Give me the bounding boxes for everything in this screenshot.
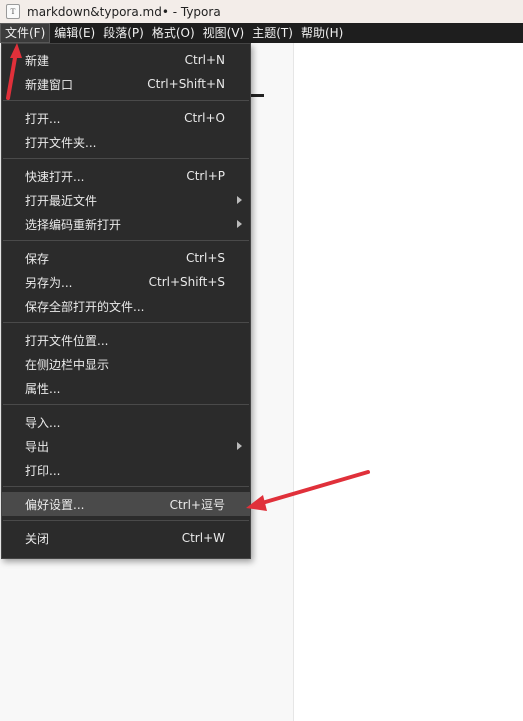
menu-file[interactable]: 文件(F) [0, 23, 51, 43]
menu-item-label: 新建 [25, 53, 50, 68]
menu-separator [3, 100, 249, 101]
menu-item-reopen-with-encoding[interactable]: 选择编码重新打开 [2, 212, 250, 236]
menu-item-shortcut: Ctrl+S [185, 251, 225, 265]
menu-item-save-as[interactable]: 另存为... Ctrl+Shift+S [2, 270, 250, 294]
menu-item-print[interactable]: 打印... [2, 458, 250, 482]
menu-item-shortcut: Ctrl+W [181, 531, 225, 545]
menu-item-shortcut: Ctrl+逗号 [169, 497, 225, 512]
chevron-right-icon [237, 196, 242, 204]
menu-item-label: 选择编码重新打开 [25, 217, 122, 232]
menu-separator [3, 486, 249, 487]
menu-item-label: 偏好设置... [25, 497, 85, 512]
menu-item-label: 另存为... [25, 275, 73, 290]
menu-separator [3, 520, 249, 521]
menu-item-label: 在侧边栏中显示 [25, 357, 110, 372]
menu-item-label: 打开最近文件 [25, 193, 98, 208]
typora-app-icon: T [6, 4, 20, 19]
menu-separator [3, 404, 249, 405]
menu-item-shortcut: Ctrl+Shift+S [148, 275, 225, 289]
menu-item-label: 属性... [25, 381, 61, 396]
title-bar: T markdown&typora.md• - Typora [0, 0, 523, 23]
file-menu-dropdown: 新建 Ctrl+N 新建窗口 Ctrl+Shift+N 打开... Ctrl+O… [1, 43, 251, 559]
menu-edit[interactable]: 编辑(E) [50, 23, 99, 43]
menu-item-label: 打印... [25, 463, 61, 478]
menu-item-label: 保存 [25, 251, 50, 266]
menu-item-open-file-location[interactable]: 打开文件位置... [2, 328, 250, 352]
menu-item-close[interactable]: 关闭 Ctrl+W [2, 526, 250, 550]
chevron-right-icon [237, 442, 242, 450]
menu-separator [3, 240, 249, 241]
menu-item-new[interactable]: 新建 Ctrl+N [2, 48, 250, 72]
menu-item-import[interactable]: 导入... [2, 410, 250, 434]
menu-themes[interactable]: 主题(T) [248, 23, 297, 43]
menu-item-quick-open[interactable]: 快速打开... Ctrl+P [2, 164, 250, 188]
menu-item-open-recent[interactable]: 打开最近文件 [2, 188, 250, 212]
menu-item-label: 打开文件位置... [25, 333, 109, 348]
editor-heading-mark [250, 94, 264, 97]
menu-item-label: 快速打开... [25, 169, 85, 184]
menu-item-label: 保存全部打开的文件... [25, 299, 145, 314]
menu-item-label: 打开文件夹... [25, 135, 97, 150]
menu-item-shortcut: Ctrl+N [184, 53, 225, 67]
menu-separator [3, 158, 249, 159]
menu-item-shortcut: Ctrl+P [186, 169, 225, 183]
menu-item-properties[interactable]: 属性... [2, 376, 250, 400]
menu-separator [3, 322, 249, 323]
window-title: markdown&typora.md• - Typora [27, 4, 221, 19]
menu-help[interactable]: 帮助(H) [297, 23, 347, 43]
menu-item-label: 导入... [25, 415, 61, 430]
menu-view[interactable]: 视图(V) [199, 23, 249, 43]
menu-item-new-window[interactable]: 新建窗口 Ctrl+Shift+N [2, 72, 250, 96]
menu-item-label: 打开... [25, 111, 61, 126]
menu-item-export[interactable]: 导出 [2, 434, 250, 458]
menu-item-label: 新建窗口 [25, 77, 74, 92]
menu-item-save[interactable]: 保存 Ctrl+S [2, 246, 250, 270]
menu-item-shortcut: Ctrl+O [184, 111, 225, 125]
menu-paragraph[interactable]: 段落(P) [99, 23, 148, 43]
menu-bar: 文件(F) 编辑(E) 段落(P) 格式(O) 视图(V) 主题(T) 帮助(H… [0, 23, 523, 43]
menu-item-preferences[interactable]: 偏好设置... Ctrl+逗号 [2, 492, 250, 516]
menu-item-open[interactable]: 打开... Ctrl+O [2, 106, 250, 130]
menu-item-label: 关闭 [25, 531, 50, 546]
menu-item-save-all[interactable]: 保存全部打开的文件... [2, 294, 250, 318]
menu-item-shortcut: Ctrl+Shift+N [147, 77, 225, 91]
menu-item-open-folder[interactable]: 打开文件夹... [2, 130, 250, 154]
menu-item-label: 导出 [25, 439, 50, 454]
menu-item-show-in-sidebar[interactable]: 在侧边栏中显示 [2, 352, 250, 376]
chevron-right-icon [237, 220, 242, 228]
menu-format[interactable]: 格式(O) [148, 23, 199, 43]
